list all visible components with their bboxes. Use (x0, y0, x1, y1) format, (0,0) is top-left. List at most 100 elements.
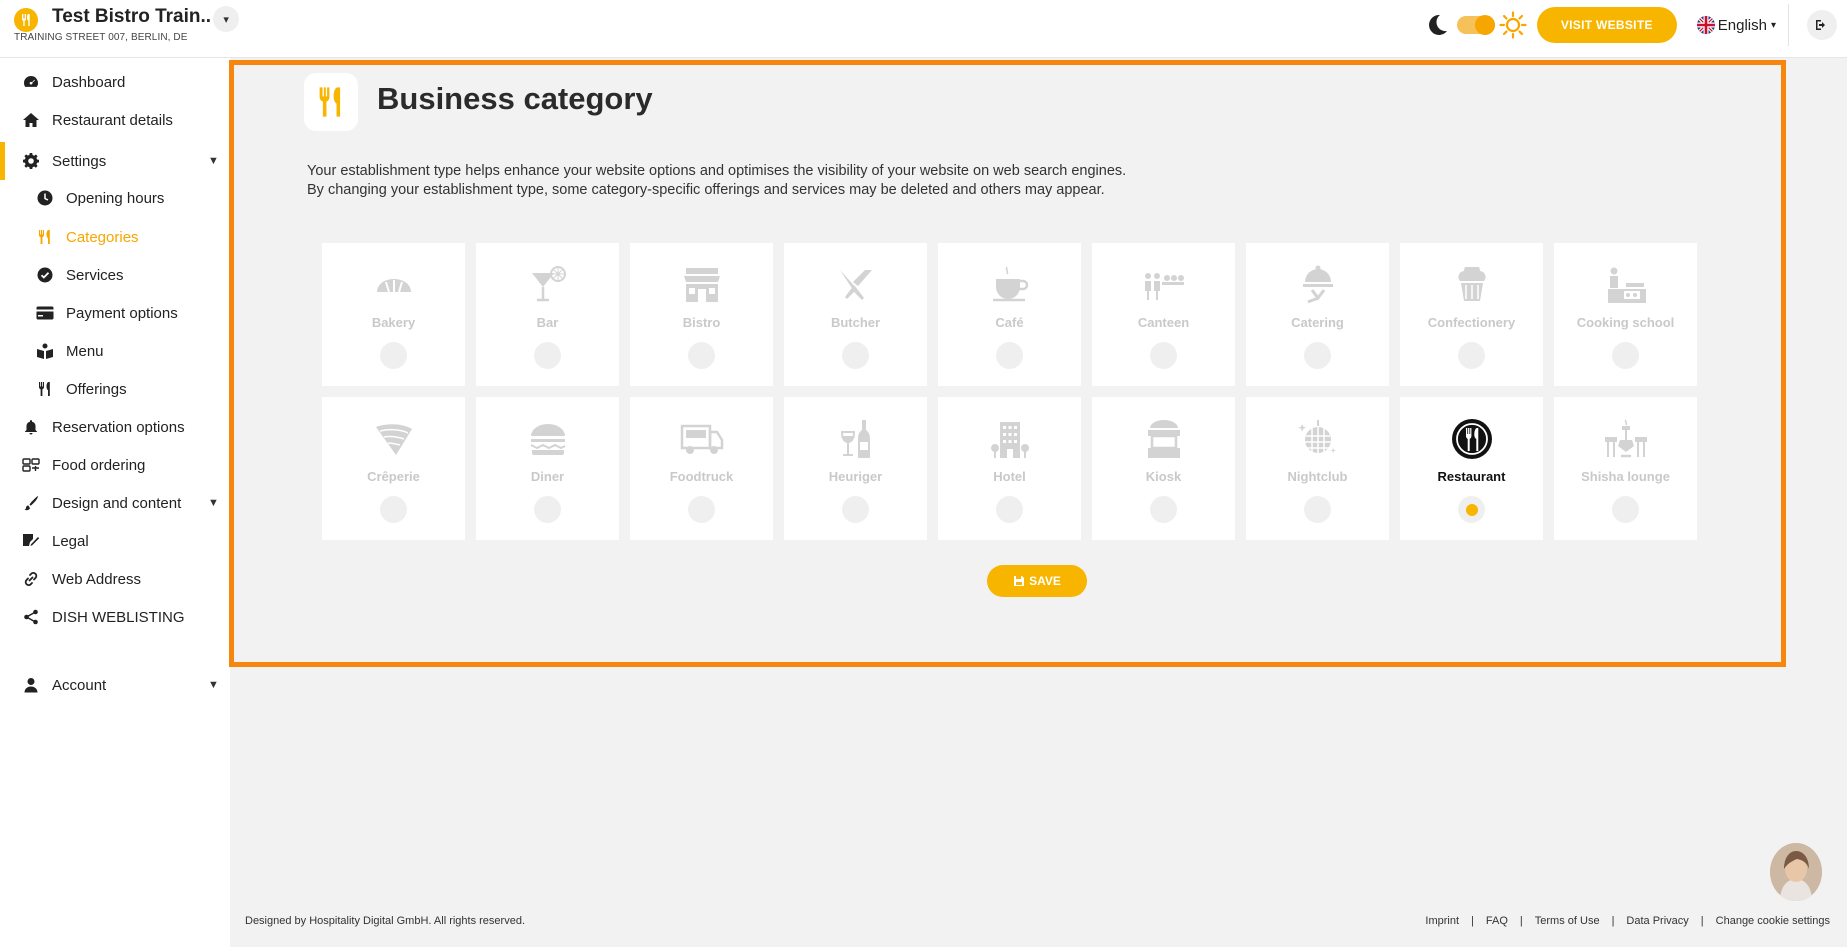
legal-document-icon (21, 531, 41, 551)
wine-icon (784, 417, 927, 461)
restaurant-address: TRAINING STREET 007, BERLIN, DE (14, 32, 188, 43)
category-card-catering[interactable]: Catering (1246, 243, 1389, 386)
logout-icon[interactable] (1807, 10, 1837, 40)
sidebar-item-reservation-options[interactable]: Reservation options (0, 408, 230, 446)
category-card-canteen[interactable]: Canteen (1092, 243, 1235, 386)
category-card-creperie[interactable]: Crêperie (322, 397, 465, 540)
footer-link-privacy[interactable]: Data Privacy (1626, 915, 1688, 927)
restaurant-logo-icon (14, 8, 38, 32)
restaurant-switcher[interactable]: Test Bistro Train.. TRAINING STREET 007,… (14, 6, 240, 43)
disco-ball-icon (1246, 417, 1389, 461)
footer-link-cookie-settings[interactable]: Change cookie settings (1716, 915, 1830, 927)
restaurant-plate-icon (1400, 417, 1543, 461)
category-radio[interactable] (380, 496, 407, 523)
sidebar-item-label: Account (52, 676, 107, 694)
category-label: Catering (1291, 315, 1344, 330)
sun-icon[interactable] (1499, 11, 1527, 39)
sidebar-item-web-address[interactable]: Web Address (0, 560, 230, 598)
sidebar-item-label: Reservation options (52, 418, 185, 436)
category-label: Bistro (682, 315, 721, 330)
sidebar: Dashboard Restaurant details Settings ▼ … (0, 58, 230, 947)
sidebar-item-categories[interactable]: Categories (0, 218, 230, 256)
category-card-nightclub[interactable]: Nightclub (1246, 397, 1389, 540)
category-card-bistro[interactable]: Bistro (630, 243, 773, 386)
theme-toggle[interactable] (1456, 15, 1495, 35)
category-radio[interactable] (534, 496, 561, 523)
category-radio[interactable] (1150, 496, 1177, 523)
save-button[interactable]: SAVE (987, 565, 1087, 597)
sidebar-item-account[interactable]: Account ▼ (0, 666, 230, 704)
chevron-down-icon[interactable]: ▾ (213, 6, 240, 32)
chevron-down-icon: ▼ (208, 155, 219, 167)
shisha-icon (1554, 417, 1697, 461)
sidebar-item-dashboard[interactable]: Dashboard (0, 63, 230, 101)
category-label: Heuriger (828, 469, 883, 484)
description-line: Your establishment type helps enhance yo… (307, 163, 1127, 179)
sidebar-item-legal[interactable]: Legal (0, 522, 230, 560)
category-label: Hotel (993, 469, 1026, 484)
category-radio[interactable] (1612, 496, 1639, 523)
category-card-restaurant[interactable]: Restaurant (1400, 397, 1543, 540)
clock-icon (35, 188, 55, 208)
share-icon (21, 607, 41, 627)
footer-link-faq[interactable]: FAQ (1486, 915, 1508, 927)
category-radio[interactable] (688, 496, 715, 523)
category-radio[interactable] (842, 342, 869, 369)
cutlery-icon (35, 379, 55, 399)
sidebar-item-menu[interactable]: Menu (0, 332, 230, 370)
category-radio[interactable] (1150, 342, 1177, 369)
crepe-icon (322, 417, 465, 461)
language-selector[interactable]: English ▾ (1696, 16, 1776, 34)
category-radio[interactable] (996, 342, 1023, 369)
category-radio[interactable] (842, 496, 869, 523)
cocktail-icon (476, 263, 619, 307)
sidebar-item-settings[interactable]: Settings ▼ (0, 142, 230, 180)
category-card-cooking-school[interactable]: Cooking school (1554, 243, 1697, 386)
category-radio[interactable] (534, 342, 561, 369)
footer-link-imprint[interactable]: Imprint (1425, 915, 1459, 927)
page-description: Your establishment type helps enhance yo… (307, 162, 1126, 200)
support-avatar[interactable] (1770, 843, 1822, 901)
category-card-foodtruck[interactable]: Foodtruck (630, 397, 773, 540)
category-card-butcher[interactable]: Butcher (784, 243, 927, 386)
top-header: Test Bistro Train.. TRAINING STREET 007,… (0, 0, 1847, 58)
category-card-hotel[interactable]: Hotel (938, 397, 1081, 540)
category-radio[interactable] (1304, 496, 1331, 523)
category-card-diner[interactable]: Diner (476, 397, 619, 540)
credit-card-icon (35, 303, 55, 323)
sidebar-item-label: Dashboard (52, 73, 126, 91)
category-radio[interactable] (1612, 342, 1639, 369)
sidebar-item-restaurant-details[interactable]: Restaurant details (0, 101, 230, 139)
category-radio[interactable] (380, 342, 407, 369)
sidebar-item-opening-hours[interactable]: Opening hours (0, 179, 230, 217)
category-card-shisha-lounge[interactable]: Shisha lounge (1554, 397, 1697, 540)
category-card-confectionery[interactable]: Confectionery (1400, 243, 1543, 386)
sidebar-item-payment-options[interactable]: Payment options (0, 294, 230, 332)
radio-selected-dot (1465, 503, 1478, 516)
category-card-bar[interactable]: Bar (476, 243, 619, 386)
sidebar-item-dish-weblisting[interactable]: DISH WEBLISTING (0, 598, 230, 636)
chevron-down-icon: ▾ (1770, 19, 1776, 31)
sidebar-item-offerings[interactable]: Offerings (0, 370, 230, 408)
description-line: By changing your establishment type, som… (307, 182, 1105, 198)
category-card-cafe[interactable]: Café (938, 243, 1081, 386)
moon-icon[interactable] (1423, 11, 1451, 39)
category-radio[interactable] (996, 496, 1023, 523)
category-card-heuriger[interactable]: Heuriger (784, 397, 927, 540)
footer-link-terms[interactable]: Terms of Use (1535, 915, 1600, 927)
category-radio[interactable] (688, 342, 715, 369)
kiosk-icon (1092, 417, 1235, 461)
dashboard-icon (21, 72, 41, 92)
category-card-kiosk[interactable]: Kiosk (1092, 397, 1235, 540)
category-radio[interactable] (1304, 342, 1331, 369)
visit-website-button[interactable]: VISIT WEBSITE (1536, 7, 1677, 43)
category-radio[interactable] (1458, 342, 1485, 369)
sidebar-item-services[interactable]: Services (0, 256, 230, 294)
sidebar-item-design-and-content[interactable]: Design and content ▼ (0, 484, 230, 522)
sidebar-item-food-ordering[interactable]: Food ordering (0, 446, 230, 484)
gear-icon (21, 151, 41, 171)
food-ordering-icon (21, 455, 41, 475)
category-card-bakery[interactable]: Bakery (322, 243, 465, 386)
sidebar-item-label: Restaurant details (52, 111, 173, 129)
category-radio[interactable] (1458, 496, 1485, 523)
